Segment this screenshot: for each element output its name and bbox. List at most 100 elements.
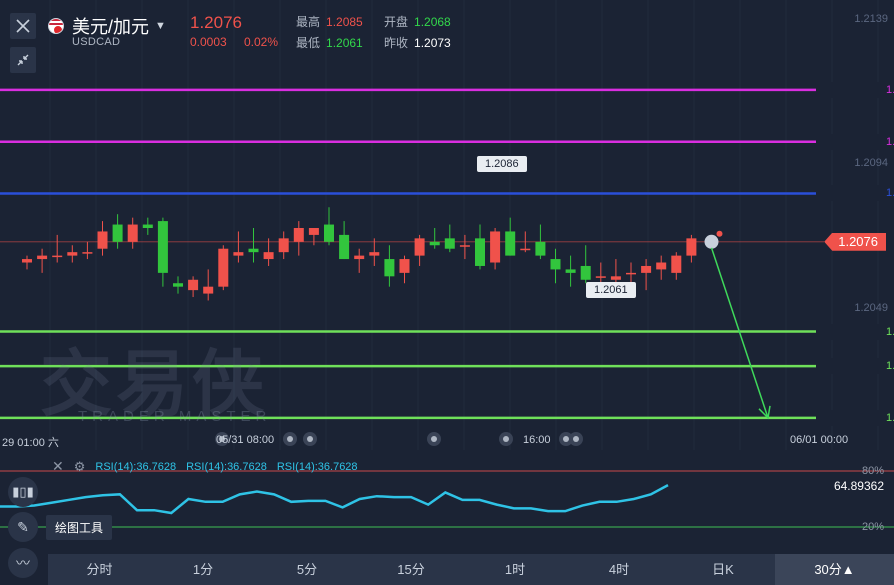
price-level-label: 1.209 — [816, 185, 894, 202]
axis-tick-label: 1.2049 — [854, 302, 888, 314]
pencil-icon: ✎ — [17, 518, 29, 535]
event-marker-dot — [287, 436, 293, 442]
candle-body[interactable] — [278, 238, 289, 253]
stat-prev-close: 昨收 1.2073 — [384, 36, 451, 50]
drawing-tools-button[interactable]: ✎ — [8, 512, 38, 542]
candle-body[interactable] — [490, 231, 501, 263]
tab-1hour[interactable]: 1时 — [463, 554, 567, 585]
candle-body[interactable] — [112, 224, 123, 242]
candle-body[interactable] — [37, 255, 48, 260]
candle-body[interactable] — [354, 255, 365, 260]
candle-body[interactable] — [218, 248, 229, 287]
indicator-button[interactable]: ▮▯▮ — [8, 477, 38, 507]
candle-body[interactable] — [82, 252, 93, 254]
candle-body[interactable] — [52, 255, 63, 258]
candle-body[interactable] — [22, 259, 32, 263]
rsi-upper-bound: 80% — [861, 465, 884, 477]
tab-1min[interactable]: 1分 — [151, 554, 255, 585]
tab-15min[interactable]: 15分 — [359, 554, 463, 585]
drawing-tools-tooltip: 绘图工具 — [46, 515, 113, 540]
close-indicator-icon[interactable]: ✕ — [52, 458, 64, 475]
candle-body[interactable] — [641, 265, 652, 273]
alert-dot-icon — [716, 230, 723, 237]
rsi-current-value: 64.89362 — [833, 479, 884, 493]
candle-body[interactable] — [127, 224, 138, 242]
tab-30min[interactable]: 30分▲ — [775, 554, 894, 585]
candle-body[interactable] — [384, 259, 395, 277]
candle-body[interactable] — [656, 262, 667, 270]
event-marker-dot — [573, 436, 579, 442]
candle-body[interactable] — [324, 224, 334, 242]
close-button[interactable] — [10, 13, 36, 39]
candle-body[interactable] — [339, 234, 350, 260]
tab-daily[interactable]: 日K — [671, 554, 775, 585]
candle-body[interactable] — [369, 252, 380, 256]
candle-body[interactable] — [535, 241, 546, 256]
candle-body[interactable] — [293, 228, 304, 242]
symbol-code: USDCAD — [72, 36, 121, 48]
candle-body[interactable] — [188, 279, 199, 291]
candle-body[interactable] — [671, 255, 682, 273]
candle-body[interactable] — [173, 283, 183, 287]
settings-icon[interactable]: ⚙ — [74, 459, 86, 475]
candle-body[interactable] — [565, 269, 576, 273]
stat-low: 最低 1.2061 — [296, 36, 363, 50]
price-level-label: 1.212 — [816, 81, 894, 98]
candle-body[interactable] — [444, 238, 455, 249]
candle-body[interactable] — [686, 238, 697, 256]
candle-body[interactable] — [233, 252, 244, 256]
low-marker-label: 1.2061 — [586, 282, 636, 298]
candle-body[interactable] — [520, 248, 531, 251]
candle-body[interactable] — [203, 286, 214, 294]
event-marker-dot — [503, 436, 509, 442]
candle-body[interactable] — [399, 259, 410, 273]
candle-body[interactable] — [595, 276, 606, 278]
time-axis-left: 29 01:00 六 — [2, 437, 59, 449]
watermark-brand-en: TRADER MASTER — [78, 408, 272, 425]
caret-down-icon: ▼ — [155, 20, 166, 32]
currency-flag-icon — [48, 18, 64, 34]
rsi-label: RSI(14):36.7628 — [276, 460, 358, 473]
candle-body[interactable] — [580, 265, 591, 280]
shrink-button[interactable] — [10, 47, 36, 73]
tab-4hour[interactable]: 4时 — [567, 554, 671, 585]
price-change-percent: 0.02% — [244, 35, 279, 49]
candle-body[interactable] — [142, 224, 153, 228]
event-marker-dot — [431, 436, 437, 442]
candle-body[interactable] — [248, 248, 259, 253]
candle-body[interactable] — [414, 238, 425, 256]
candle-body[interactable] — [505, 231, 516, 256]
chart-app: 交易侠 TRADER MASTER 美元/加元 ▼ USDCAD 1.2076 … — [0, 0, 894, 585]
candle-body[interactable] — [429, 241, 440, 246]
price-level-label: 1.204 — [816, 358, 894, 375]
time-axis-mid-time: 16:00 — [523, 434, 551, 446]
candle-body[interactable] — [67, 252, 78, 256]
candle-body[interactable] — [610, 276, 621, 280]
info-marker-icon[interactable] — [704, 234, 719, 249]
candle-body[interactable] — [308, 228, 319, 235]
candle-body[interactable] — [157, 221, 168, 273]
candle-body[interactable] — [97, 231, 108, 249]
timeframe-tabs: 分时 1分 5分 15分 1时 4时 日K 30分▲ — [48, 554, 894, 585]
time-axis-right: 06/01 00:00 — [790, 434, 849, 446]
candle-body[interactable] — [550, 259, 561, 270]
stat-high: 最高 1.2085 — [296, 15, 363, 29]
event-marker-dot — [307, 436, 313, 442]
chart-background — [0, 0, 894, 585]
candle-body[interactable] — [626, 272, 636, 275]
price-level-label: 1.205 — [816, 323, 894, 340]
tab-5min[interactable]: 5分 — [255, 554, 359, 585]
event-marker-dot — [563, 436, 569, 442]
shrink-icon — [17, 54, 29, 66]
candle-body[interactable] — [263, 252, 274, 260]
chart-type-button[interactable]: 〰 — [8, 548, 38, 578]
candle-body[interactable] — [475, 238, 485, 266]
candle-body[interactable] — [459, 245, 470, 247]
tab-timeline[interactable]: 分时 — [48, 554, 151, 585]
last-price: 1.2076 — [190, 13, 242, 32]
rsi-lower-bound: 20% — [861, 521, 884, 533]
price-chart[interactable] — [0, 0, 894, 585]
rsi-label: RSI(14):36.7628 — [186, 460, 267, 473]
stat-open: 开盘 1.2068 — [384, 15, 451, 29]
candlestick-icon: ▮▯▮ — [12, 484, 34, 499]
